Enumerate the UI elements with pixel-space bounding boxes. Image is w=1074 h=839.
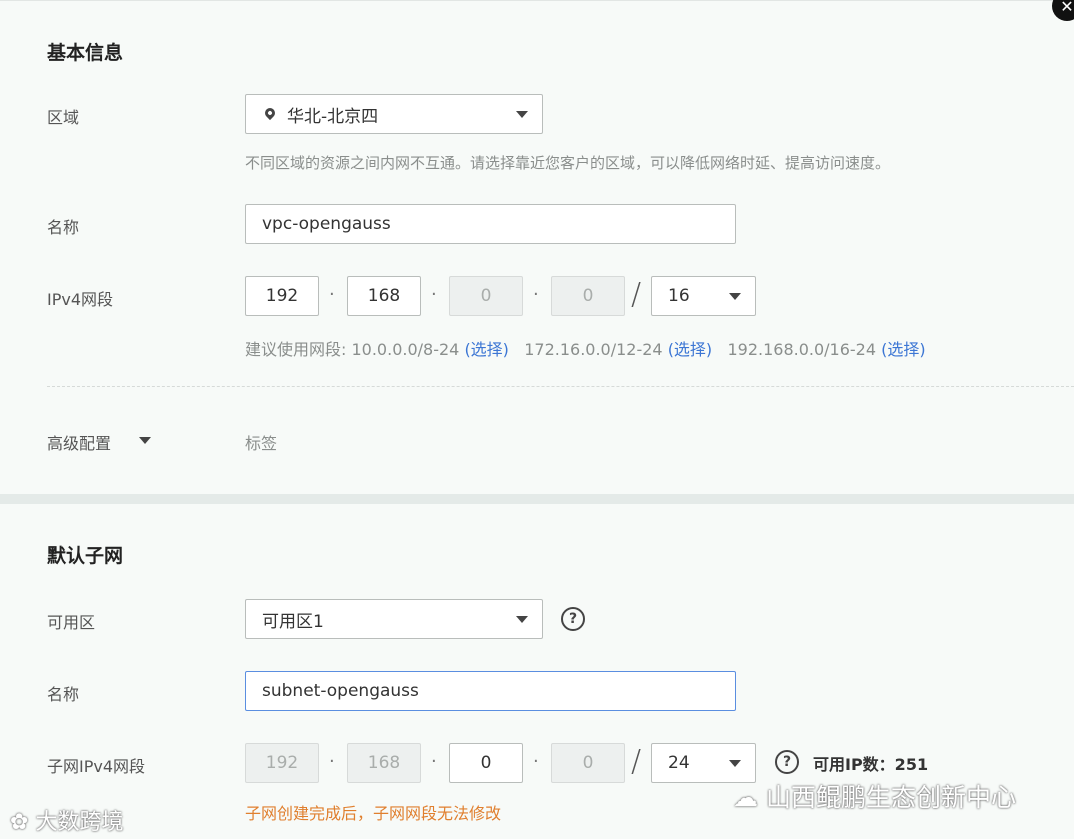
ipv4-octet-3-value: 0 (480, 286, 492, 306)
close-symbol: ✕ (1060, 0, 1074, 16)
region-label: 区域 (47, 108, 80, 127)
vpc-name-input[interactable]: vpc-opengauss (245, 204, 736, 244)
advanced-config-value: 标签 (245, 434, 278, 453)
subnet-octet-4-value: 0 (582, 753, 594, 773)
ipv4-octet-2[interactable]: 168 (347, 276, 421, 316)
help-icon-glyph: ? (568, 611, 578, 627)
chevron-down-icon (729, 293, 741, 300)
help-icon-glyph: ? (782, 754, 792, 770)
subnet-octet-2-value: 168 (367, 753, 401, 773)
subnet-name-value: subnet-opengauss (262, 681, 419, 701)
help-icon[interactable]: ? (775, 750, 799, 774)
subnet-warning: 子网创建完成后，子网网段无法修改 (245, 804, 502, 823)
subnet-dot-1: · (329, 751, 335, 772)
subnet-ipv4-label: 子网IPv4网段 (47, 757, 146, 776)
watermark-right-text: 山西鲲鹏生态创新中心 (765, 783, 1016, 812)
section-divider (47, 386, 1074, 387)
vpc-name-value: vpc-opengauss (262, 214, 391, 234)
available-ip-count: 可用IP数：251 (813, 755, 929, 774)
subnet-dot-2: · (431, 751, 437, 772)
suggestion-prefix: 建议使用网段: (245, 340, 352, 359)
suggestion-select-link-1[interactable]: (选择) (464, 340, 509, 359)
subnet-octet-1: 192 (245, 743, 319, 783)
subnet-dot-3: · (533, 751, 539, 772)
subnet-octet-1-value: 192 (265, 753, 299, 773)
watermark-left: ✿ 大数跨境 (10, 804, 123, 836)
suggestion-select-link-3[interactable]: (选择) (881, 340, 926, 359)
az-value: 可用区1 (262, 611, 324, 632)
subnet-mask-value: 24 (668, 753, 690, 773)
ipv4-octet-1[interactable]: 192 (245, 276, 319, 316)
suggestion-range-2: 172.16.0.0/12-24 (524, 340, 668, 359)
help-icon[interactable]: ? (561, 607, 585, 631)
watermark-right: ☁ 山西鲲鹏生态创新中心 (733, 778, 1016, 814)
watermark-logo-icon: ✿ (10, 810, 29, 835)
subnet-octet-4: 0 (551, 743, 625, 783)
ipv4-slash: / (631, 277, 642, 312)
ipv4-octet-3: 0 (449, 276, 523, 316)
subnet-octet-3[interactable]: 0 (449, 743, 523, 783)
ipv4-octet-4-value: 0 (582, 286, 594, 306)
ipv4-octet-4: 0 (551, 276, 625, 316)
ipv4-mask-value: 16 (668, 286, 690, 306)
ipv4-dot-2: · (431, 284, 437, 305)
advanced-config-toggle[interactable]: 高级配置 (47, 430, 111, 454)
section-title-basic: 基本信息 (47, 42, 124, 64)
basic-info-panel: 基本信息 区域 华北-北京四 不同区域的资源之间内网不互通。请选择靠近您客户的区… (0, 0, 1074, 494)
ipv4-dot-1: · (329, 284, 335, 305)
chevron-down-icon (729, 760, 741, 767)
ipv4-octet-1-value: 192 (265, 286, 299, 306)
subnet-octet-2: 168 (347, 743, 421, 783)
az-label: 可用区 (47, 613, 96, 632)
vpc-name-label: 名称 (47, 218, 80, 237)
suggestion-range-1: 10.0.0.0/8-24 (351, 340, 465, 359)
region-hint: 不同区域的资源之间内网不互通。请选择靠近您客户的区域，可以降低网络时延、提高访问… (245, 154, 891, 172)
ipv4-dot-3: · (533, 284, 539, 305)
close-icon[interactable]: ✕ (1052, 0, 1074, 21)
subnet-name-label: 名称 (47, 685, 80, 704)
triangle-down-icon[interactable] (139, 437, 151, 444)
subnet-mask-select[interactable]: 24 (651, 743, 756, 783)
subnet-slash: / (631, 744, 642, 779)
region-select[interactable]: 华北-北京四 (245, 94, 543, 134)
chevron-down-icon (516, 111, 528, 118)
advanced-config-label: 高级配置 (47, 434, 112, 453)
ipv4-suggestions: 建议使用网段: 10.0.0.0/8-24 (选择) 172.16.0.0/12… (245, 336, 926, 360)
subnet-name-input[interactable]: subnet-opengauss (245, 671, 736, 711)
suggestion-range-3: 192.168.0.0/16-24 (727, 340, 882, 359)
ipv4-octet-2-value: 168 (367, 286, 401, 306)
subnet-octet-3-value: 0 (480, 753, 492, 773)
az-select[interactable]: 可用区1 (245, 599, 543, 639)
suggestion-select-link-2[interactable]: (选择) (668, 340, 713, 359)
chevron-down-icon (516, 616, 528, 623)
ipv4-mask-select[interactable]: 16 (651, 276, 756, 316)
wechat-icon: ☁ (733, 783, 758, 812)
section-title-subnet: 默认子网 (47, 545, 124, 567)
ipv4-label: IPv4网段 (47, 290, 114, 309)
watermark-left-text: 大数跨境 (35, 810, 124, 835)
